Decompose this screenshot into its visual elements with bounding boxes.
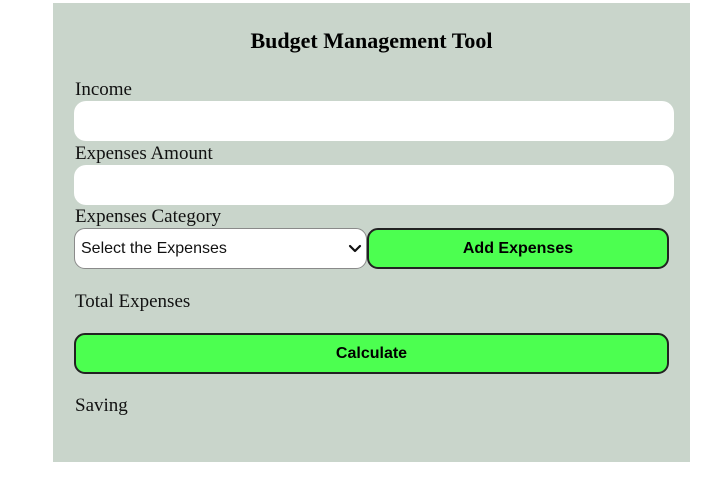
income-input[interactable] xyxy=(74,101,674,141)
expenses-amount-label: Expenses Amount xyxy=(75,143,213,164)
page-title: Budget Management Tool xyxy=(250,28,493,53)
expenses-category-selected: Select the Expenses xyxy=(81,240,227,257)
saving-label: Saving xyxy=(75,395,128,416)
total-expenses-label: Total Expenses xyxy=(75,291,191,312)
expenses-category-select[interactable]: Select the Expenses xyxy=(74,228,367,269)
budget-panel: Budget Management Tool Income Expenses A… xyxy=(53,3,690,462)
calculate-button[interactable]: Calculate xyxy=(74,333,669,374)
expenses-category-label: Expenses Category xyxy=(75,206,222,227)
add-expenses-button[interactable]: Add Expenses xyxy=(367,228,669,269)
expenses-amount-input[interactable] xyxy=(74,165,674,205)
income-label: Income xyxy=(75,79,132,100)
chevron-down-icon xyxy=(348,244,362,253)
